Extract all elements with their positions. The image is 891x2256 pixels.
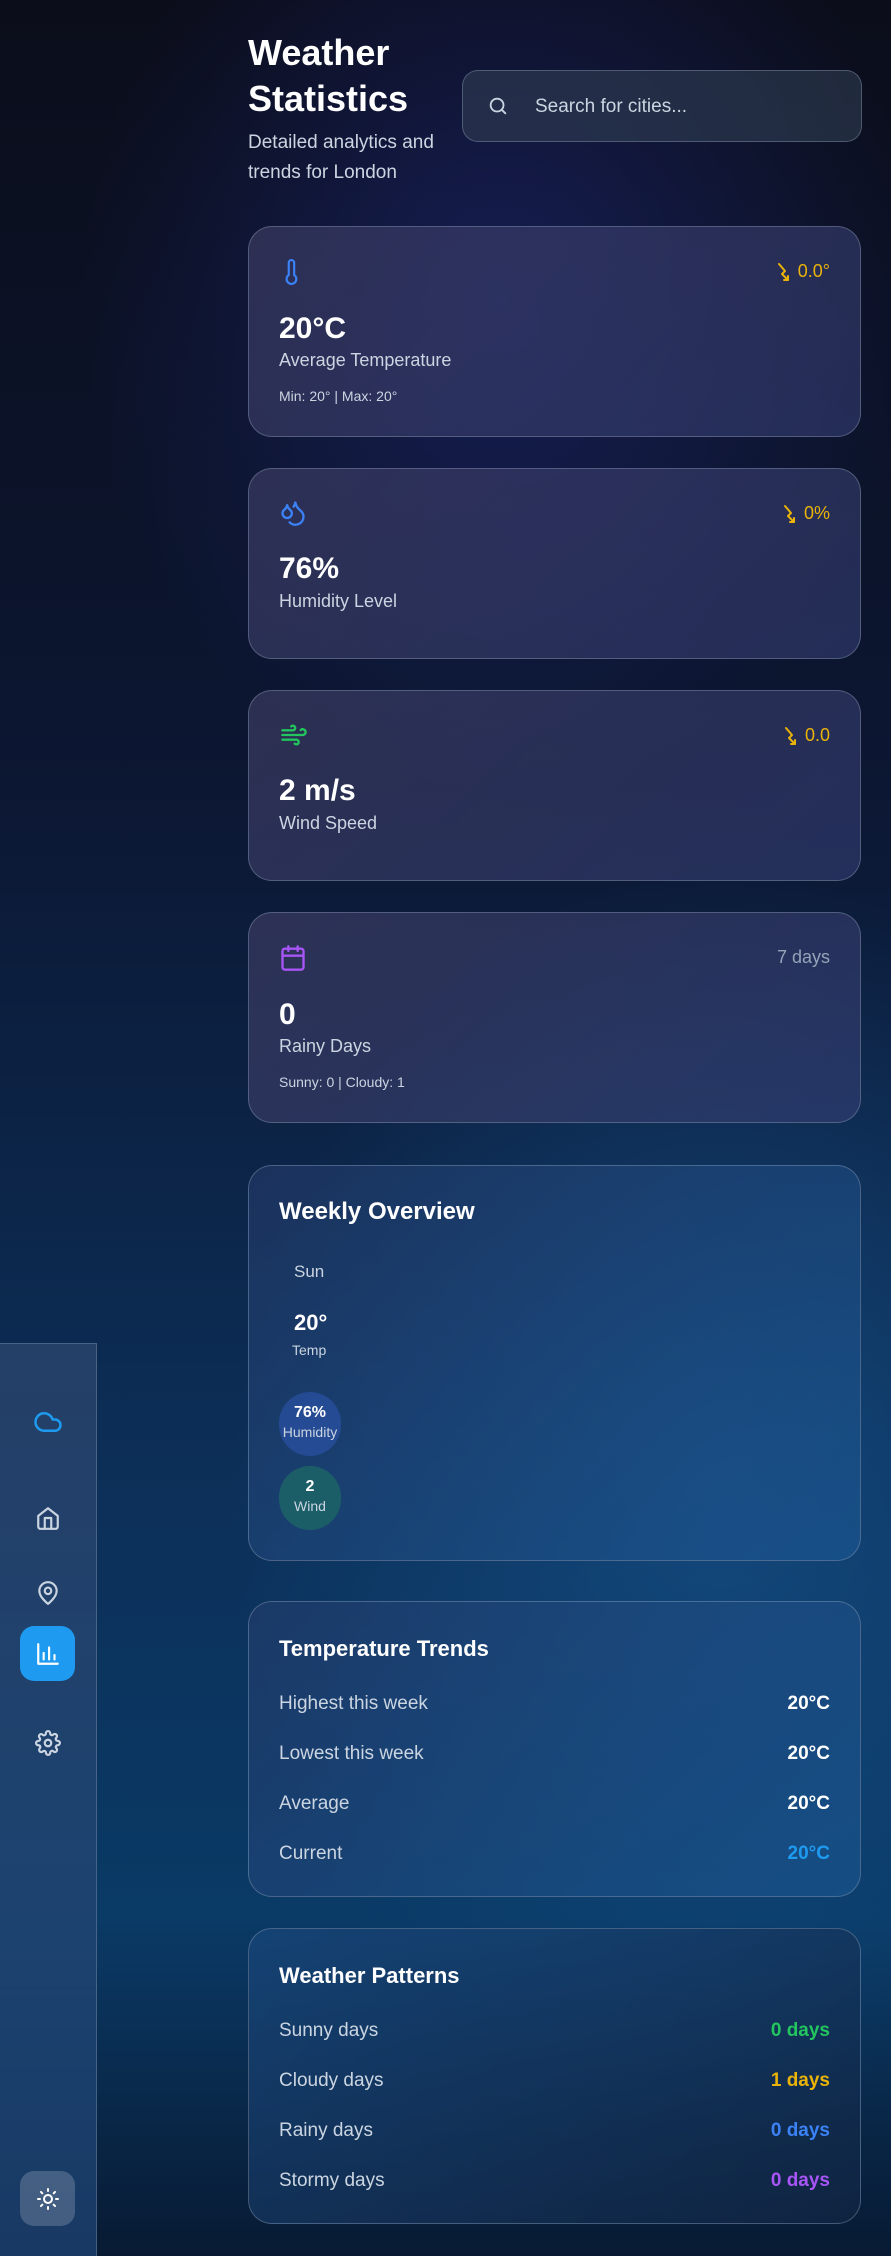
gear-icon[interactable] bbox=[20, 1715, 75, 1770]
weather-patterns-title: Weather Patterns bbox=[279, 1963, 460, 1988]
location-pin-icon[interactable] bbox=[20, 1565, 75, 1620]
trend-down-icon bbox=[784, 726, 796, 745]
day-temp-label: Temp bbox=[292, 1342, 327, 1358]
humidity-label: Humidity Level bbox=[279, 591, 398, 611]
trend-down-icon bbox=[777, 262, 789, 281]
wind-card: 0.0 2 m/s Wind Speed bbox=[248, 690, 861, 881]
temperature-minmax: Min: 20° | Max: 20° bbox=[279, 388, 398, 404]
trend-row: Current 20°C bbox=[279, 1839, 830, 1869]
sunny-days-value: 0 days bbox=[770, 2020, 830, 2041]
trend-row: Average 20°C bbox=[279, 1789, 830, 1819]
humidity-pill: 76% Humidity bbox=[279, 1392, 341, 1456]
day-label: Sun bbox=[294, 1262, 325, 1281]
wind-trend: 0.0 bbox=[783, 725, 830, 746]
stormy-days-value: 0 days bbox=[770, 2170, 830, 2191]
pattern-row: Cloudy days 1 days bbox=[279, 2066, 830, 2096]
temperature-trends-title: Temperature Trends bbox=[279, 1636, 489, 1661]
search-box[interactable] bbox=[462, 70, 862, 142]
trend-down-icon bbox=[783, 504, 795, 523]
temperature-trend-value: 0.0° bbox=[797, 261, 830, 281]
trend-row: Lowest this week 20°C bbox=[279, 1739, 830, 1769]
rainy-days-count: 0 days bbox=[770, 2120, 830, 2141]
wind-trend-value: 0.0 bbox=[804, 725, 830, 745]
humidity-pill-value: 76% bbox=[293, 1404, 327, 1421]
humidity-trend-value: 0% bbox=[803, 503, 830, 523]
page-header: Weather Statistics Detailed analytics an… bbox=[248, 30, 862, 190]
trend-row-value: 20°C bbox=[787, 1743, 830, 1764]
trend-row-value: 20°C bbox=[787, 1693, 830, 1714]
temperature-trend: 0.0° bbox=[776, 261, 830, 282]
cloudy-days-value: 1 days bbox=[770, 2070, 830, 2091]
pattern-row: Stormy days 0 days bbox=[279, 2166, 830, 2196]
wind-label: Wind Speed bbox=[279, 813, 378, 833]
weather-patterns-panel: Weather Patterns Sunny days 0 days Cloud… bbox=[248, 1928, 861, 2224]
temperature-value: 20°C bbox=[279, 312, 347, 345]
wind-icon bbox=[279, 721, 309, 754]
trend-row-label: Lowest this week bbox=[279, 1743, 424, 1764]
trend-row-label: Current bbox=[279, 1843, 343, 1864]
sidebar bbox=[0, 1343, 97, 2256]
rainy-period: 7 days bbox=[777, 947, 830, 968]
bar-chart-icon[interactable] bbox=[20, 1626, 75, 1681]
droplets-icon bbox=[279, 499, 307, 532]
wind-pill-value: 2 bbox=[305, 1478, 315, 1495]
cloud-icon[interactable] bbox=[20, 1394, 75, 1449]
wind-pill: 2 Wind bbox=[279, 1466, 341, 1530]
search-input[interactable] bbox=[535, 91, 845, 123]
rainy-days-value: 0 bbox=[279, 998, 296, 1031]
temperature-label: Average Temperature bbox=[279, 350, 452, 370]
wind-value: 2 m/s bbox=[279, 774, 356, 807]
trend-row: Highest this week 20°C bbox=[279, 1689, 830, 1719]
sunny-cloudy-summary: Sunny: 0 | Cloudy: 1 bbox=[279, 1074, 405, 1090]
sun-icon[interactable] bbox=[20, 2171, 75, 2226]
day-temp: 20° bbox=[294, 1310, 328, 1335]
humidity-card: 0% 76% Humidity Level bbox=[248, 468, 861, 659]
humidity-pill-label: Humidity bbox=[282, 1424, 338, 1440]
pattern-row-label: Rainy days bbox=[279, 2120, 373, 2141]
rainy-days-card: 7 days 0 Rainy Days Sunny: 0 | Cloudy: 1 bbox=[248, 912, 861, 1123]
pattern-row-label: Sunny days bbox=[279, 2020, 379, 2041]
day-column[interactable]: Sun 20° Temp 76% Humidity 2 Wind bbox=[279, 1262, 349, 1552]
humidity-value: 76% bbox=[279, 552, 340, 585]
temperature-card: 0.0° 20°C Average Temperature Min: 20° |… bbox=[248, 226, 861, 437]
pattern-row-label: Cloudy days bbox=[279, 2070, 384, 2091]
pattern-row: Rainy days 0 days bbox=[279, 2116, 830, 2146]
pattern-row-label: Stormy days bbox=[279, 2170, 385, 2191]
search-icon bbox=[487, 95, 509, 122]
humidity-trend: 0% bbox=[782, 503, 830, 524]
page-subtitle: Detailed analytics and trends for London bbox=[248, 132, 434, 183]
temperature-trends-panel: Temperature Trends Highest this week 20°… bbox=[248, 1601, 861, 1897]
home-icon[interactable] bbox=[20, 1490, 75, 1545]
rainy-days-label: Rainy Days bbox=[279, 1036, 372, 1056]
rainy-period-value: 7 days bbox=[776, 947, 830, 967]
trend-row-label: Highest this week bbox=[279, 1693, 428, 1714]
wind-pill-label: Wind bbox=[294, 1498, 326, 1514]
trend-row-value: 20°C bbox=[787, 1793, 830, 1814]
current-temp-value: 20°C bbox=[787, 1843, 830, 1864]
weekly-overview-panel: Weekly Overview Sun 20° Temp 76% Humidit… bbox=[248, 1165, 861, 1561]
thermometer-icon bbox=[279, 257, 305, 292]
pattern-row: Sunny days 0 days bbox=[279, 2016, 830, 2046]
trend-row-label: Average bbox=[279, 1793, 350, 1814]
calendar-icon bbox=[279, 943, 307, 978]
page-title: Weather Statistics bbox=[248, 32, 409, 119]
weekly-overview-title: Weekly Overview bbox=[279, 1198, 475, 1225]
